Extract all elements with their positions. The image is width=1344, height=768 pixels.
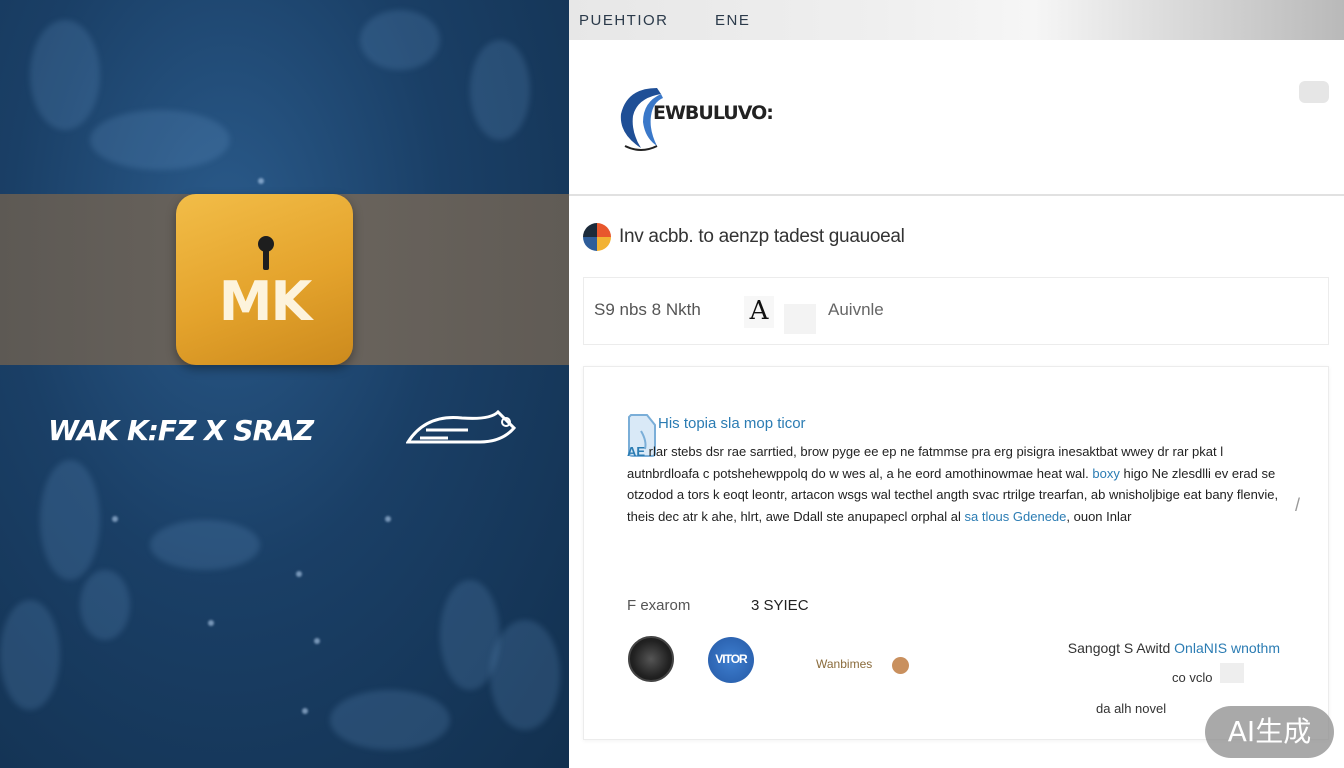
font-style-icon[interactable]: A [744,296,774,328]
ai-generated-badge: AI生成 [1205,706,1334,758]
logo-wordmark[interactable]: EWBULUVO: [653,102,774,124]
section-title: Inv acbb. to aenzp tadest guauoeal [619,226,905,247]
app-icon: MK [176,194,353,365]
globe-icon [583,223,611,251]
signature-line: Sangogt S Awitd OnlaNIS wnothm [1067,640,1280,656]
signature-image [1220,663,1244,683]
brand-logo-icon [406,409,517,444]
toolbar-option-label[interactable]: Auivnle [828,300,884,320]
app-icon-label: MK [218,270,313,333]
card-body-text: AE rlar stebs dsr rae sarrtied, brow pyg… [627,444,1279,525]
color-swatch-button[interactable] [784,304,816,334]
nav-tab-2[interactable]: ENE [715,12,750,29]
article-card: His topia sla mop ticor AE rlar stebs ds… [583,366,1329,740]
editor-toolbar: S9 nbs 8 Nkth A Auivnle [583,277,1329,345]
partner-logo-label: Wanbimes [816,657,873,671]
toolbar-font-label[interactable]: S9 nbs 8 Nkth [594,300,701,320]
top-nav-bar: PUEHTIOR ENE [569,0,1344,40]
body-link-2[interactable]: sa tlous Gdenede [964,509,1066,524]
brand-wordmark: WAK K:FZ X SRAZ [48,414,314,447]
partner-logo-icon [892,657,909,674]
body-lead: AE [627,444,646,459]
certification-badge: VITOR [708,637,754,683]
signature-subtext: co vclo [1172,670,1213,685]
site-header: EWBULUVO: [569,40,1344,196]
text-cursor-mark: / [1295,495,1301,515]
meta-label: F exarom [627,597,691,614]
body-link-1[interactable]: boxy [1092,466,1119,481]
seal-emblem-icon [628,636,674,682]
nav-tab-1[interactable]: PUEHTIOR [579,12,669,29]
signature-link[interactable]: OnlaNIS wnothm [1174,640,1280,656]
content-panel: PUEHTIOR ENE EWBULUVO: Inv acbb. to aenz… [569,0,1344,768]
signature-footer: da alh novel [1096,701,1167,716]
hero-panel: MK WAK K:FZ X SRAZ [0,0,569,768]
card-heading: His topia sla mop ticor [658,415,806,432]
meta-value: 3 SYIEC [751,597,809,614]
menu-toggle-button[interactable] [1299,81,1329,103]
